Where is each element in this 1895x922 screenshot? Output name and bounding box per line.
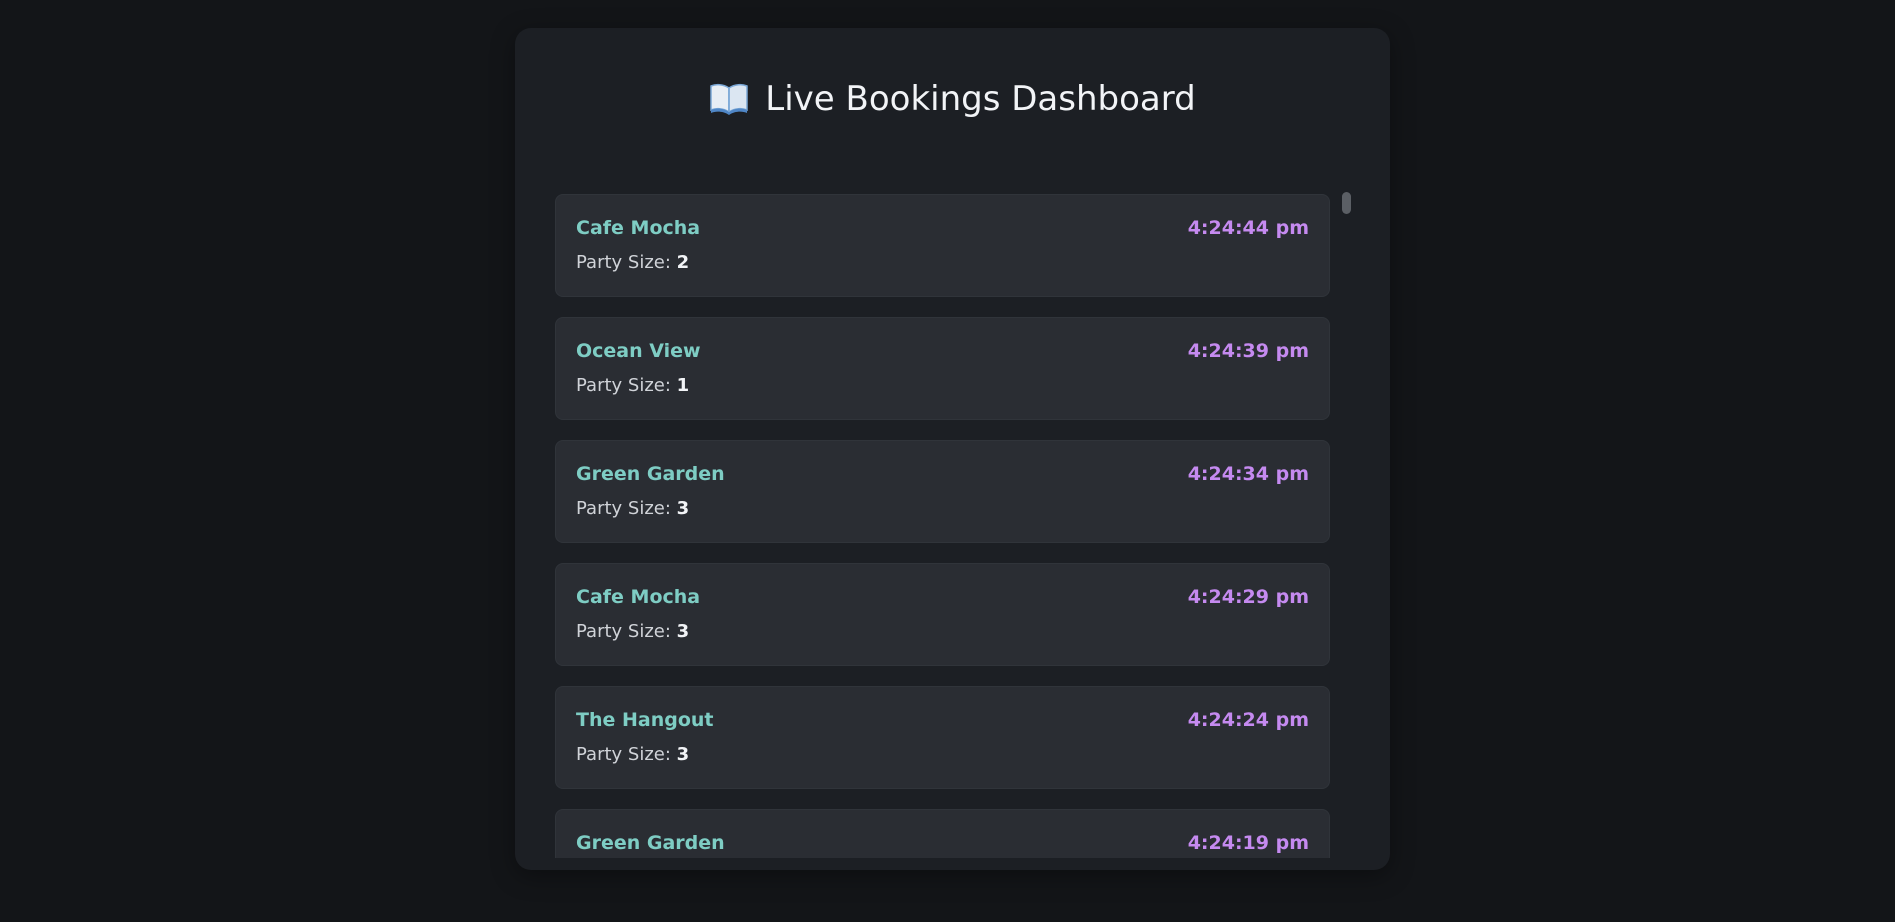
party-size-value: 2: [676, 252, 690, 273]
party-size-label: Party Size:: [576, 621, 671, 642]
party-size-label: Party Size:: [576, 744, 671, 765]
booking-venue: Cafe Mocha: [576, 217, 701, 239]
party-size-value: 3: [676, 498, 690, 519]
bookings-list: Cafe Mocha 4:24:44 pm Party Size: 2 Ocea…: [555, 194, 1335, 858]
booking-time: 4:24:34 pm: [1187, 463, 1309, 485]
party-size-value: 3: [676, 744, 690, 765]
booking-party-size: Party Size: 3: [576, 498, 689, 519]
booking-time: 4:24:24 pm: [1187, 709, 1309, 731]
open-book-icon: [710, 83, 749, 115]
bookings-list-viewport[interactable]: Cafe Mocha 4:24:44 pm Party Size: 2 Ocea…: [555, 194, 1335, 858]
booking-time: 4:24:19 pm: [1187, 832, 1309, 854]
booking-time: 4:24:39 pm: [1187, 340, 1309, 362]
booking-card: Green Garden 4:24:34 pm Party Size: 3: [555, 440, 1330, 543]
booking-venue: The Hangout: [576, 709, 714, 731]
page-title: Live Bookings Dashboard: [515, 74, 1390, 124]
booking-card: Cafe Mocha 4:24:29 pm Party Size: 3: [555, 563, 1330, 666]
booking-card: Cafe Mocha 4:24:44 pm Party Size: 2: [555, 194, 1330, 297]
scrollbar-thumb[interactable]: [1342, 192, 1351, 214]
bookings-dashboard: Live Bookings Dashboard Cafe Mocha 4:24:…: [515, 28, 1390, 870]
booking-party-size: Party Size: 3: [576, 744, 689, 765]
party-size-label: Party Size:: [576, 252, 671, 273]
party-size-value: 1: [676, 375, 690, 396]
party-size-label: Party Size:: [576, 498, 671, 519]
booking-party-size: Party Size: 3: [576, 621, 689, 642]
booking-card: Ocean View 4:24:39 pm Party Size: 1: [555, 317, 1330, 420]
booking-venue: Cafe Mocha: [576, 586, 701, 608]
party-size-label: Party Size:: [576, 375, 671, 396]
page-title-text: Live Bookings Dashboard: [765, 79, 1196, 119]
booking-card: Green Garden 4:24:19 pm: [555, 809, 1330, 858]
booking-party-size: Party Size: 1: [576, 375, 689, 396]
booking-time: 4:24:29 pm: [1187, 586, 1309, 608]
booking-card: The Hangout 4:24:24 pm Party Size: 3: [555, 686, 1330, 789]
booking-venue: Green Garden: [576, 832, 725, 854]
booking-venue: Ocean View: [576, 340, 701, 362]
booking-party-size: Party Size: 2: [576, 252, 689, 273]
booking-time: 4:24:44 pm: [1187, 217, 1309, 239]
booking-venue: Green Garden: [576, 463, 725, 485]
party-size-value: 3: [676, 621, 690, 642]
